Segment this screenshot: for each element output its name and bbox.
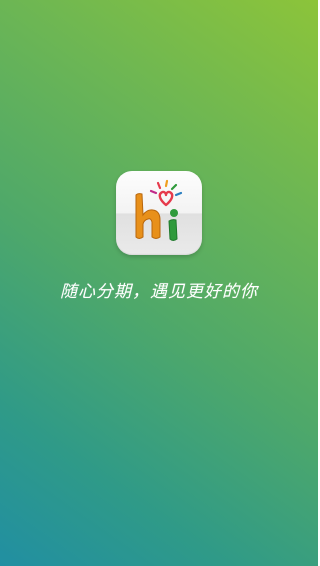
- splash-screen: 随心分期，遇见更好的你: [0, 0, 318, 566]
- tagline: 随心分期，遇见更好的你: [60, 282, 258, 302]
- app-logo-icon: [116, 171, 202, 255]
- hi-heart-logo-icon: [135, 179, 183, 241]
